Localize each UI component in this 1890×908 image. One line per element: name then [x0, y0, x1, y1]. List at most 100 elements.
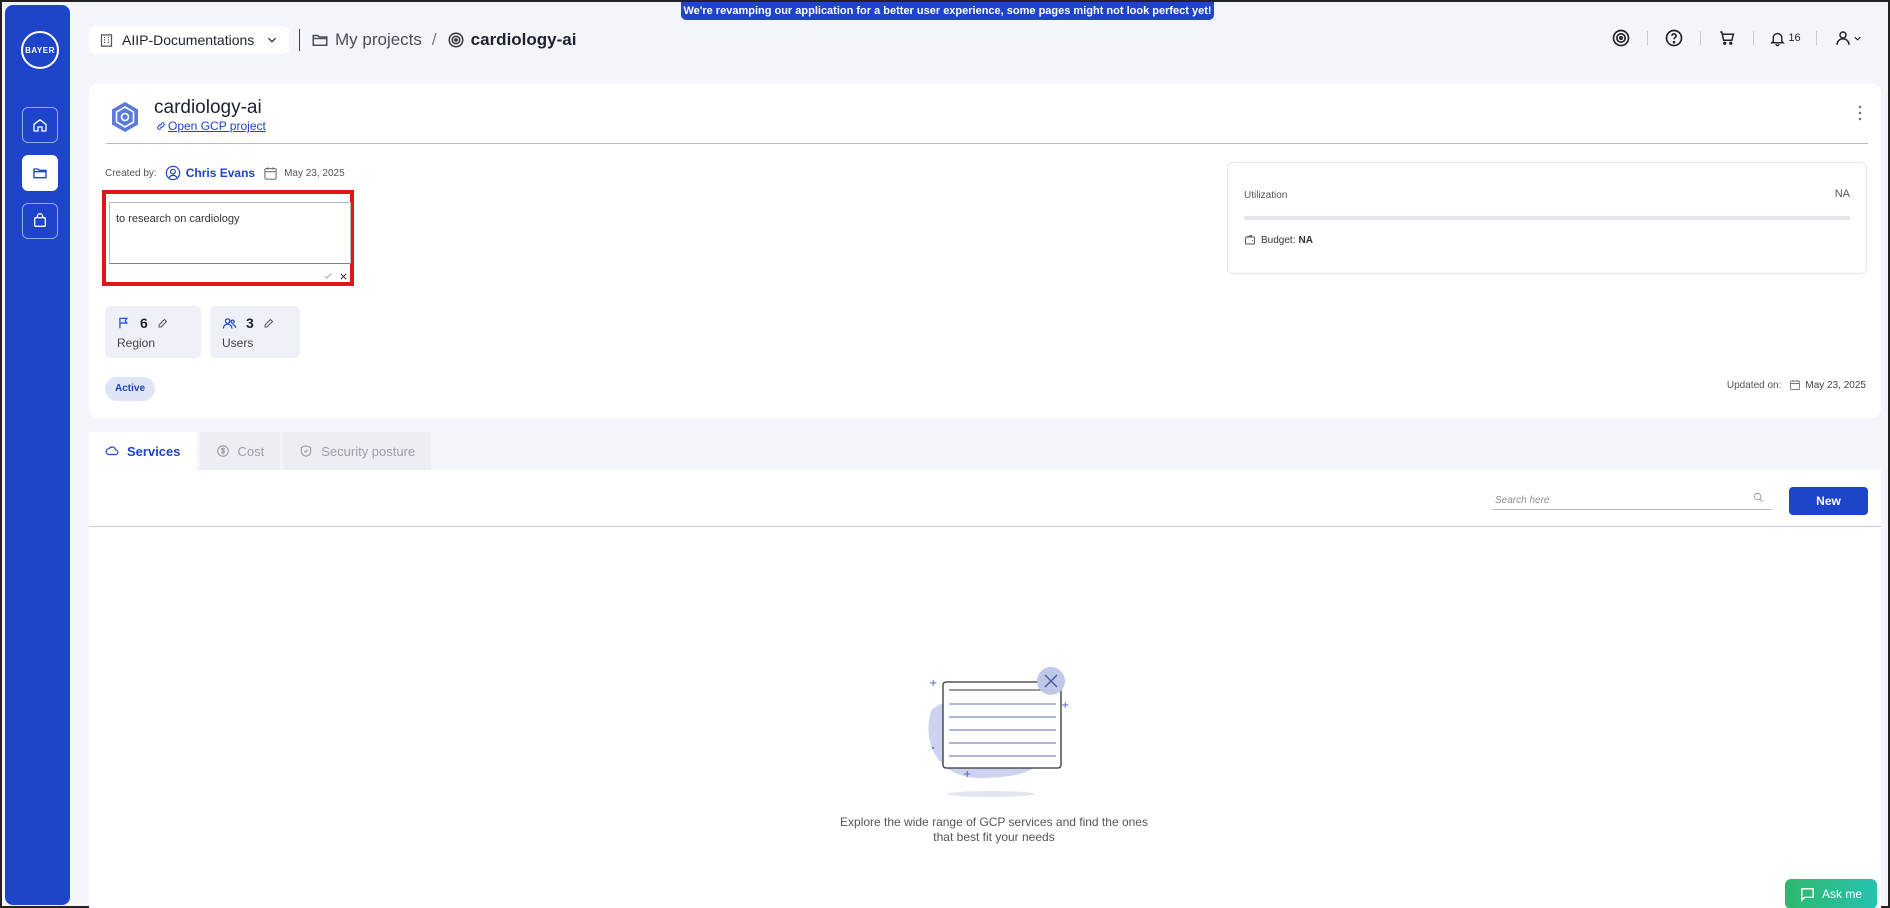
cart-icon — [1720, 31, 1735, 45]
sidebar-home-button[interactable] — [22, 107, 58, 143]
description-highlight: to research on cardiology — [102, 190, 354, 286]
description-actions — [323, 271, 348, 281]
chevron-down-icon — [268, 37, 276, 43]
open-gcp-project-label: Open GCP project — [168, 119, 266, 133]
notifications-button[interactable]: 16 — [1765, 24, 1805, 52]
breadcrumb-my-projects[interactable]: My projects — [311, 30, 422, 50]
breadcrumb: My projects / cardiology-ai — [311, 26, 576, 54]
calendar-icon — [1790, 380, 1801, 390]
edit-region-icon[interactable] — [157, 317, 169, 329]
new-service-button[interactable]: New — [1789, 487, 1868, 515]
building-icon — [100, 33, 113, 47]
project-title: cardiology-ai — [154, 97, 262, 118]
description-textarea[interactable]: to research on cardiology — [109, 202, 351, 264]
region-label: Region — [117, 336, 156, 350]
project-icon — [448, 32, 464, 48]
chat-icon — [1801, 887, 1814, 902]
panel-divider — [89, 526, 1881, 527]
creator-name[interactable]: Chris Evans — [186, 166, 255, 180]
bag-icon — [34, 213, 46, 227]
notification-count: 16 — [1788, 32, 1801, 44]
logo-text: BAYER — [25, 45, 55, 55]
ask-me-button[interactable]: Ask me — [1785, 879, 1877, 908]
tab-security-posture-label: Security posture — [321, 443, 416, 459]
empty-state-text: Explore the wide range of GCP services a… — [829, 815, 1159, 845]
ask-me-label: Ask me — [1822, 887, 1863, 901]
target-button[interactable] — [1606, 24, 1636, 52]
edit-users-icon[interactable] — [263, 317, 275, 329]
created-info: Created by: Chris Evans May 23, 2025 — [105, 165, 345, 181]
svg-text:+: + — [963, 769, 971, 780]
target-icon — [1612, 29, 1630, 47]
check-icon[interactable] — [323, 271, 333, 281]
sidebar-projects-button[interactable] — [22, 155, 58, 191]
tab-cost[interactable]: Cost — [199, 432, 281, 470]
breadcrumb-parent-label: My projects — [335, 30, 422, 49]
search-icon[interactable] — [1753, 492, 1764, 503]
user-menu-button[interactable] — [1828, 24, 1868, 52]
more-vertical-icon — [1858, 105, 1862, 121]
created-date: May 23, 2025 — [284, 167, 345, 179]
user-icon — [1835, 31, 1850, 45]
wallet-icon — [1245, 234, 1255, 245]
folder-icon — [312, 34, 328, 46]
header-action-divider — [1753, 31, 1754, 45]
created-by-label: Created by: — [105, 167, 157, 179]
open-gcp-project-link[interactable]: Open GCP project — [156, 119, 266, 133]
breadcrumb-current-label: cardiology-ai — [470, 30, 577, 49]
project-hex-icon — [108, 100, 142, 134]
bayer-logo[interactable]: BAYER — [21, 31, 59, 69]
empty-state-line2: that best fit your needs — [933, 830, 1055, 844]
status-badge: Active — [105, 377, 156, 401]
svg-text:+: + — [1061, 700, 1069, 711]
folder-icon — [33, 168, 47, 179]
home-icon — [33, 118, 47, 132]
updated-date: May 23, 2025 — [1805, 379, 1866, 391]
help-icon — [1665, 29, 1683, 47]
updated-label: Updated on: — [1726, 379, 1782, 391]
updated-info: Updated on: May 23, 2025 — [1727, 379, 1866, 391]
link-icon — [157, 122, 165, 130]
region-count: 6 — [140, 315, 148, 331]
close-icon[interactable] — [339, 272, 348, 281]
header-actions: 16 — [1606, 24, 1868, 52]
sidebar-marketplace-button[interactable] — [22, 203, 58, 239]
header-divider — [299, 29, 300, 51]
header-action-divider — [1647, 31, 1648, 45]
sidebar: BAYER — [5, 5, 70, 905]
tab-services[interactable]: Services — [89, 432, 197, 470]
tab-security-posture[interactable]: Security posture — [283, 432, 432, 470]
project-tabs: Services Cost Security posture — [89, 432, 434, 470]
budget-info: Budget: NA — [1244, 234, 1313, 246]
flag-icon — [119, 317, 129, 329]
shield-icon — [300, 445, 312, 457]
budget-value: NA — [1298, 234, 1313, 246]
help-button[interactable] — [1659, 24, 1689, 52]
workspace-label: AIIP-Documentations — [122, 32, 255, 48]
svg-text:+: + — [929, 678, 937, 689]
breadcrumb-separator: / — [431, 30, 437, 49]
project-card: cardiology-ai Open GCP project Created b… — [89, 83, 1881, 418]
cart-button[interactable] — [1712, 24, 1742, 52]
search-input[interactable] — [1492, 491, 1742, 510]
breadcrumb-current: cardiology-ai — [447, 30, 577, 50]
utilization-bar — [1244, 216, 1850, 220]
users-stat: 3 Users — [210, 306, 300, 358]
dollar-icon — [216, 445, 229, 457]
header-action-divider — [1816, 31, 1817, 45]
tab-services-label: Services — [127, 443, 181, 459]
users-icon — [222, 317, 237, 329]
users-label: Users — [222, 336, 254, 350]
bell-icon — [1770, 32, 1786, 46]
empty-state-line1: Explore the wide range of GCP services a… — [840, 815, 1148, 829]
cloud-icon — [105, 446, 119, 456]
utilization-label: Utilization — [1244, 190, 1288, 201]
more-options-button[interactable] — [1857, 105, 1863, 121]
budget-label: Budget: — [1261, 234, 1296, 246]
revamp-banner: We're revamping our application for a be… — [681, 2, 1214, 20]
workspace-select[interactable]: AIIP-Documentations — [89, 26, 289, 54]
header-action-divider — [1700, 31, 1701, 45]
services-panel: New + + + Explore the wide range of GCP … — [89, 470, 1881, 908]
users-count: 3 — [246, 315, 254, 331]
chevron-down-icon — [1853, 36, 1861, 41]
